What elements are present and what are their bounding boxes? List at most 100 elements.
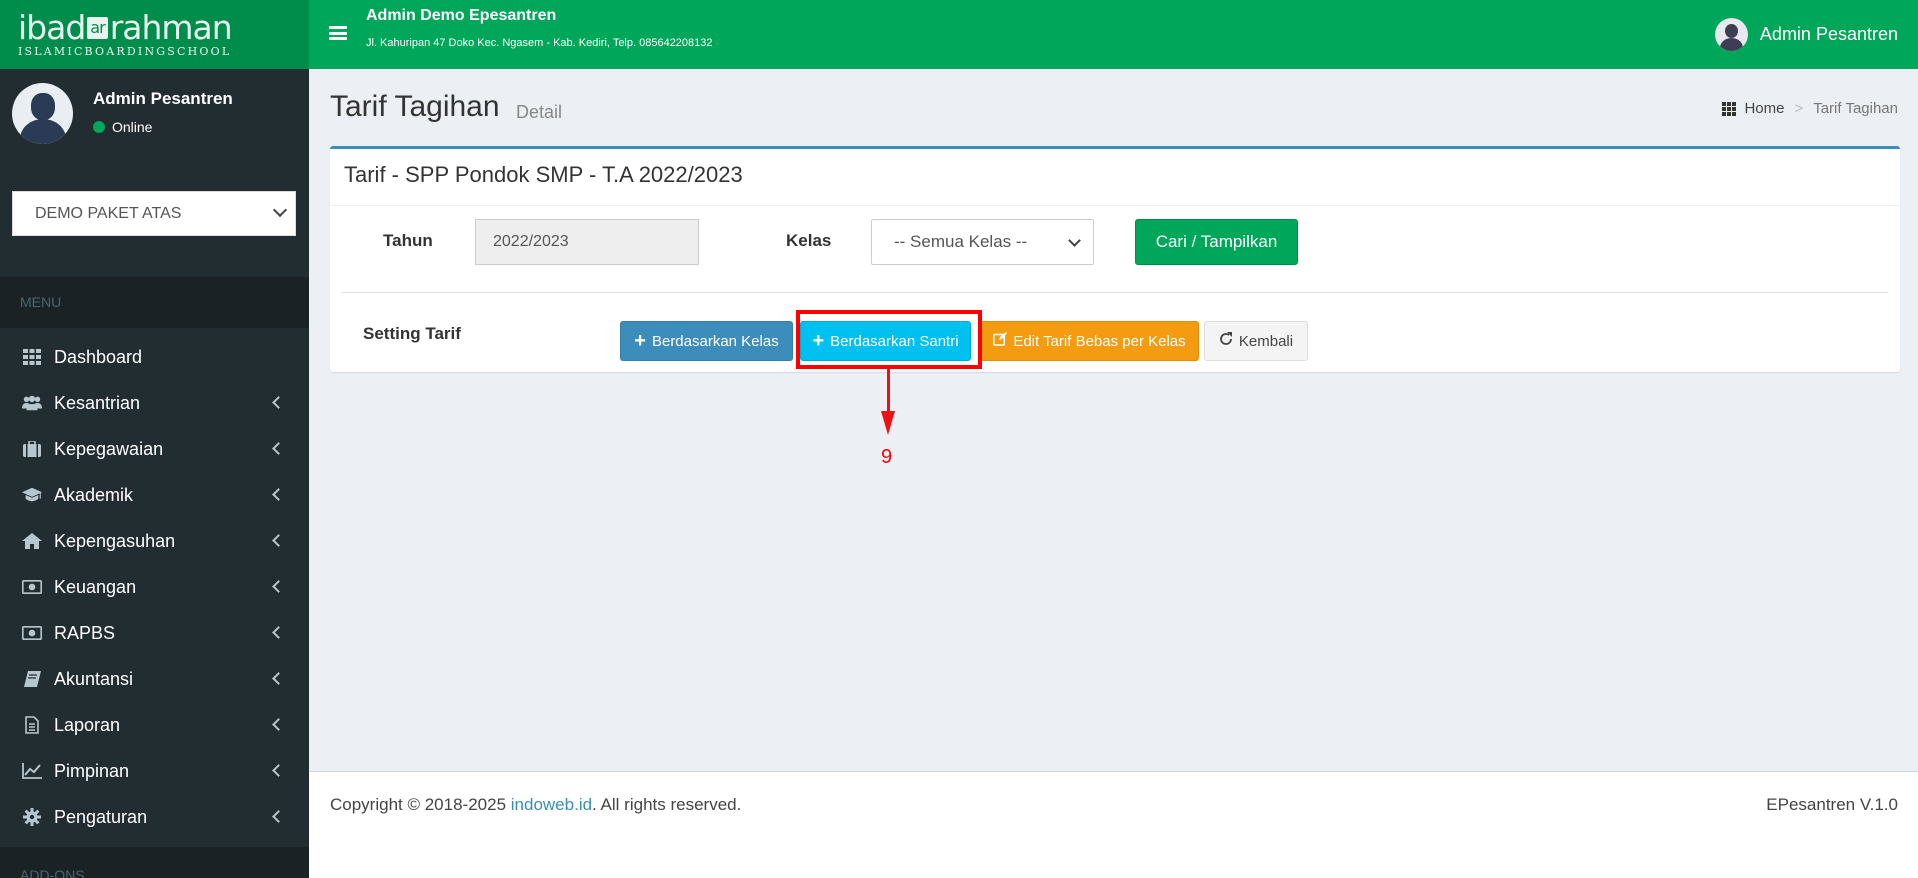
kelas-label: Kelas	[786, 231, 832, 250]
footer: Copyright © 2018-2025 indoweb.id. All ri…	[309, 771, 1918, 878]
institution-name: Admin Demo Epesantren	[366, 7, 557, 24]
berdasarkan-kelas-button[interactable]: + Berdasarkan Kelas	[620, 321, 793, 361]
sidebar-item-akuntansi[interactable]: Akuntansi	[0, 656, 309, 702]
tahun-input[interactable]: 2022/2023	[475, 219, 699, 265]
school-select[interactable]: DEMO PAKET ATAS	[12, 191, 296, 236]
annotation-number: 9	[881, 446, 893, 468]
annotation-highlight-box	[796, 310, 982, 369]
user-avatar	[12, 83, 73, 144]
sidebar-item-dashboard[interactable]: Dashboard	[0, 334, 309, 380]
sidebar-item-label: Pimpinan	[54, 760, 130, 781]
kelas-select-value: -- Semua Kelas --	[894, 232, 1028, 251]
hamburger-menu-icon[interactable]	[329, 24, 347, 42]
user-avatar-icon	[1714, 18, 1748, 51]
sidebar-item-pimpinan[interactable]: Pimpinan	[0, 748, 309, 794]
box-title: Tarif - SPP Pondok SMP - T.A 2022/2023	[344, 162, 743, 187]
brand-logo[interactable]: ibad ar rahman ISLAMICBOARDINGSCHOOL	[0, 0, 309, 69]
logo-text-left: ibad	[18, 8, 86, 47]
sidebar-item-kepengasuhan[interactable]: Kepengasuhan	[0, 518, 309, 564]
dashboard-icon	[1722, 101, 1737, 116]
sidebar-item-label: Keuangan	[54, 576, 137, 597]
breadcrumb-separator: >	[1794, 100, 1804, 117]
sidebar-menu: Dashboard Kesantrian Kepegawaian Akademi…	[0, 334, 309, 840]
chevron-down-icon	[272, 202, 288, 218]
breadcrumb: Home > Tarif Tagihan	[1722, 100, 1898, 117]
chevron-left-icon	[272, 396, 285, 409]
plus-icon: +	[634, 330, 646, 352]
sidebar-item-laporan[interactable]: Laporan	[0, 702, 309, 748]
indoweb-link[interactable]: indoweb.id	[511, 795, 592, 814]
chevron-left-icon	[272, 442, 285, 455]
form-divider	[342, 292, 1888, 293]
sidebar-user-name: Admin Pesantren	[93, 89, 233, 108]
menu-header: MENU	[0, 277, 309, 328]
user-menu-name: Admin Pesantren	[1759, 24, 1898, 44]
tarif-detail-box: Tarif - SPP Pondok SMP - T.A 2022/2023 T…	[330, 146, 1900, 372]
money-icon	[22, 577, 42, 597]
copyright-suffix: . All rights reserved.	[592, 795, 742, 814]
chevron-down-icon	[1068, 234, 1081, 247]
top-navbar: Admin Demo Epesantren Jl. Kahuripan 47 D…	[309, 0, 1918, 69]
user-panel: Admin Pesantren Online	[12, 83, 302, 149]
sidebar-item-label: Akuntansi	[54, 668, 134, 689]
sidebar-item-keuangan[interactable]: Keuangan	[0, 564, 309, 610]
edit-icon	[993, 332, 1008, 350]
button-label: Kembali	[1238, 332, 1294, 350]
logo-tagline: ISLAMICBOARDINGSCHOOL	[18, 45, 232, 58]
edit-tarif-bebas-button[interactable]: Edit Tarif Bebas per Kelas	[980, 321, 1199, 361]
sidebar-item-kesantrian[interactable]: Kesantrian	[0, 380, 309, 426]
chevron-left-icon	[272, 534, 285, 547]
copyright-prefix: Copyright © 2018-2025	[330, 795, 507, 814]
chevron-left-icon	[272, 488, 285, 501]
user-menu[interactable]: Admin Pesantren	[1714, 18, 1898, 51]
sidebar-item-kepegawaian[interactable]: Kepegawaian	[0, 426, 309, 472]
institution-address: Jl. Kahuripan 47 Doko Kec. Ngasem - Kab.…	[366, 37, 713, 49]
page-title: Tarif Tagihan	[330, 90, 500, 123]
briefcase-icon	[22, 439, 42, 459]
chevron-left-icon	[272, 580, 285, 593]
book-icon	[22, 669, 42, 689]
breadcrumb-current: Tarif Tagihan	[1813, 100, 1898, 117]
users-icon	[22, 393, 42, 413]
tahun-label: Tahun	[383, 231, 433, 250]
online-status-dot-icon	[93, 121, 105, 133]
logo-text-right: rahman	[109, 8, 233, 47]
breadcrumb-home[interactable]: Home	[1744, 100, 1784, 117]
button-label: Edit Tarif Bebas per Kelas	[1013, 332, 1186, 350]
setting-tarif-label: Setting Tarif	[363, 324, 461, 343]
sidebar-item-label: Akademik	[54, 484, 134, 505]
chevron-left-icon	[272, 764, 285, 777]
addons-header: ADD-ONS	[0, 847, 309, 878]
chevron-left-icon	[272, 626, 285, 639]
refresh-icon	[1219, 332, 1233, 350]
sidebar-item-label: Kesantrian	[54, 392, 141, 413]
chevron-left-icon	[272, 672, 285, 685]
button-label: Berdasarkan Kelas	[651, 332, 779, 350]
chevron-left-icon	[272, 810, 285, 823]
page-subtitle: Detail	[516, 102, 563, 122]
graduation-cap-icon	[22, 485, 42, 505]
school-select-value: DEMO PAKET ATAS	[35, 204, 182, 222]
annotation-arrow-head-icon	[881, 411, 895, 435]
line-chart-icon	[22, 761, 42, 781]
sidebar-item-label: RAPBS	[54, 622, 116, 643]
user-status: Online	[93, 119, 152, 135]
sidebar-item-rapbs[interactable]: RAPBS	[0, 610, 309, 656]
sidebar-item-label: Laporan	[54, 714, 121, 735]
kembali-button[interactable]: Kembali	[1204, 321, 1308, 361]
logo-wordmark: ibad ar rahman	[18, 11, 309, 45]
box-header-divider	[330, 205, 1900, 206]
sidebar-item-label: Kepengasuhan	[54, 530, 176, 551]
file-icon	[22, 715, 42, 735]
sidebar-item-pengaturan[interactable]: Pengaturan	[0, 794, 309, 840]
chevron-left-icon	[272, 718, 285, 731]
kelas-select[interactable]: -- Semua Kelas --	[871, 219, 1094, 265]
cari-tampilkan-button[interactable]: Cari / Tampilkan	[1135, 219, 1298, 265]
sidebar: Admin Pesantren Online DEMO PAKET ATAS M…	[0, 69, 309, 878]
logo-text-mid: ar	[87, 17, 108, 39]
annotation-arrow-line	[887, 369, 890, 411]
home-icon	[22, 531, 42, 551]
footer-copyright: Copyright © 2018-2025 indoweb.id. All ri…	[330, 795, 741, 815]
sidebar-item-label: Dashboard	[54, 346, 143, 367]
sidebar-item-akademik[interactable]: Akademik	[0, 472, 309, 518]
